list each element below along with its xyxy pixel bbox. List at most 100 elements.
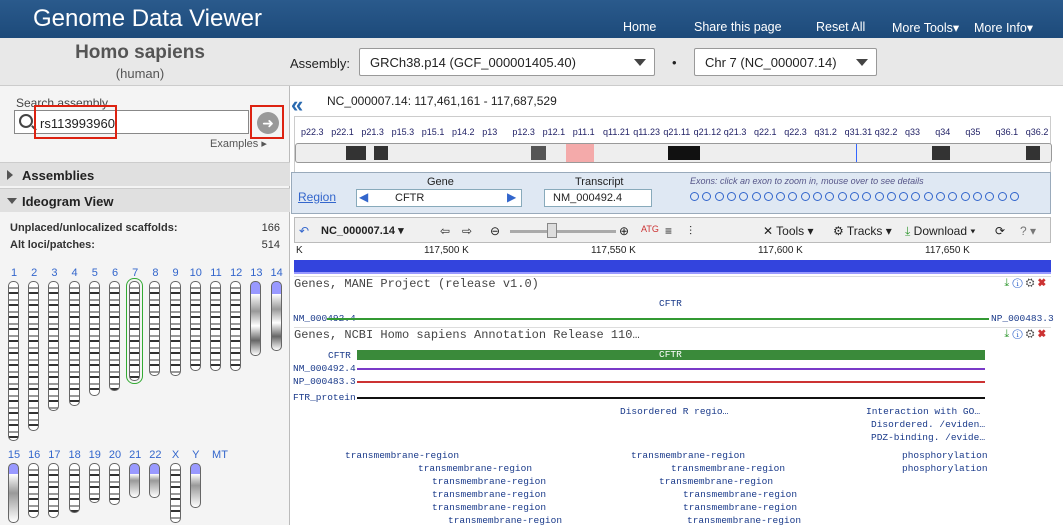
atg-icon[interactable]: ATG — [641, 224, 659, 234]
chromosome-ideogram[interactable]: p22.3 p22.1 p21.3 p15.3 p15.1 p14.2 p13 p12.3 p1… — [294, 116, 1052, 174]
chromosome-ideogram[interactable] — [189, 281, 201, 371]
chromosome-ideogram[interactable] — [169, 281, 181, 376]
assembly-select[interactable]: GRCh38.p14 (GCF_000001405.40) — [359, 48, 655, 76]
chromosome-ideogram[interactable] — [8, 463, 19, 523]
chromosome-label[interactable]: 11 — [208, 267, 224, 279]
transcript-line[interactable] — [357, 368, 985, 370]
protein-line[interactable] — [357, 397, 985, 399]
chromosome-ideogram[interactable] — [68, 463, 80, 513]
exon-dot[interactable] — [985, 192, 995, 201]
gene-bar[interactable]: CFTR — [357, 349, 985, 360]
chromosome-label[interactable]: 15 — [6, 449, 22, 461]
exon-dot[interactable] — [874, 192, 884, 201]
chromosome-ideogram[interactable] — [189, 463, 201, 508]
chromosome-ideogram[interactable] — [109, 281, 120, 391]
section-ideogram[interactable]: Ideogram View — [0, 188, 290, 212]
chromosome-label[interactable]: 19 — [87, 449, 103, 461]
exon-dot[interactable] — [972, 192, 982, 201]
sequence-select[interactable]: NC_000007.14 ▾ — [321, 224, 404, 237]
prev-gene-icon[interactable]: ◀ — [359, 190, 368, 204]
back-icon[interactable]: ↶ — [299, 224, 309, 238]
chromosome-label[interactable]: 2 — [26, 267, 42, 279]
chromosome-ideogram[interactable] — [129, 463, 141, 498]
chromosome-label[interactable]: 3 — [46, 267, 62, 279]
exon-dot[interactable] — [763, 192, 773, 201]
chromosome-label[interactable]: 4 — [67, 267, 83, 279]
chromosome-label[interactable]: 21 — [127, 449, 143, 461]
download-menu[interactable]: ⤓ Download ▾ — [905, 224, 975, 239]
chromosome-label[interactable]: 20 — [107, 449, 123, 461]
exon-dot[interactable] — [751, 192, 761, 201]
tracks-menu[interactable]: ⚙ Tracks ▾ — [833, 224, 892, 238]
chromosome-label[interactable]: 18 — [67, 449, 83, 461]
exon-dot[interactable] — [886, 192, 896, 201]
ideogram-bar[interactable] — [295, 143, 1052, 163]
exon-dot[interactable] — [849, 192, 859, 201]
refresh-icon[interactable]: ⟳ — [995, 224, 1005, 238]
chromosome-ideogram[interactable] — [169, 463, 181, 523]
chromosome-label[interactable]: X — [168, 449, 184, 461]
exon-dot[interactable] — [800, 192, 810, 201]
nav-more-info[interactable]: More Info▾ — [974, 20, 1033, 35]
chromosome-label[interactable]: 1 — [6, 267, 22, 279]
exon-dot[interactable] — [1009, 192, 1019, 201]
markers-icon[interactable]: ≡ — [665, 224, 672, 238]
exon-dot[interactable] — [726, 192, 736, 201]
zoom-out-icon[interactable]: ⊖ — [490, 224, 500, 238]
chromosome-label[interactable]: Y — [188, 449, 204, 461]
chromosome-label[interactable]: MT — [208, 449, 232, 461]
chromosome-ideogram[interactable] — [230, 281, 242, 371]
chromosome-ideogram[interactable] — [210, 281, 221, 371]
exon-dot[interactable] — [923, 192, 933, 201]
chromosome-label[interactable]: 13 — [248, 267, 264, 279]
nav-share[interactable]: Share this page — [694, 20, 782, 34]
next-gene-icon[interactable]: ▶ — [507, 190, 516, 204]
nav-reset[interactable]: Reset All — [816, 20, 865, 34]
sequence-bar[interactable] — [294, 260, 1051, 274]
exon-dot[interactable] — [825, 192, 835, 201]
transcript-select[interactable]: NM_000492.4 — [544, 189, 652, 207]
pan-left-icon[interactable]: ⇦ — [440, 224, 450, 238]
exon-dot[interactable] — [948, 192, 958, 201]
track-actions[interactable]: ⤓ ⓘ ⚙ ✖ — [1004, 277, 1046, 290]
chromosome-label[interactable]: 10 — [188, 267, 204, 279]
chromosome-ideogram[interactable] — [126, 278, 144, 384]
exon-dot[interactable] — [813, 192, 822, 201]
help-menu[interactable]: ? ▾ — [1020, 224, 1036, 238]
exon-dot[interactable] — [911, 192, 921, 201]
exon-dot[interactable] — [837, 192, 847, 201]
zoom-slider[interactable] — [510, 230, 616, 233]
chromosome-ideogram[interactable] — [88, 463, 100, 503]
exon-dot[interactable] — [776, 192, 786, 201]
track-actions[interactable]: ⤓ ⓘ ⚙ ✖ — [1004, 328, 1046, 341]
exon-dot[interactable] — [862, 192, 872, 201]
pan-right-icon[interactable]: ⇨ — [462, 224, 472, 238]
gene-select[interactable]: ◀ CFTR ▶ — [356, 189, 522, 207]
nav-more-tools[interactable]: More Tools▾ — [892, 20, 959, 35]
chromosome-label[interactable]: 8 — [147, 267, 163, 279]
chromosome-label[interactable]: 6 — [107, 267, 123, 279]
tools-menu[interactable]: ✕ Tools ▾ — [763, 224, 814, 238]
chromosome-label[interactable]: 9 — [168, 267, 184, 279]
exon-dot[interactable] — [690, 192, 699, 201]
chromosome-ideogram[interactable] — [28, 463, 40, 518]
chromosome-ideogram[interactable] — [149, 463, 161, 498]
exon-dot[interactable] — [899, 192, 909, 201]
section-assemblies[interactable]: Assemblies — [0, 162, 290, 186]
chromosome-label[interactable]: 17 — [46, 449, 62, 461]
exon-dot[interactable] — [739, 192, 749, 201]
chromosome-ideogram[interactable] — [48, 463, 60, 518]
chromosome-label[interactable]: 12 — [228, 267, 244, 279]
chromosome-ideogram[interactable] — [48, 281, 60, 411]
chromosome-ideogram[interactable] — [28, 281, 40, 431]
collapse-tracks-icon[interactable]: ⫶ — [689, 224, 692, 239]
exon-dot[interactable] — [788, 192, 798, 201]
chromosome-label[interactable]: 7 — [127, 267, 143, 279]
zoom-slider-handle[interactable] — [547, 223, 557, 238]
exon-dot[interactable] — [960, 192, 970, 201]
chromosome-ideogram[interactable] — [109, 463, 120, 505]
region-select[interactable]: Region — [298, 190, 336, 204]
protein-line[interactable] — [357, 381, 985, 383]
chromosome-ideogram[interactable] — [68, 281, 80, 406]
exon-dot[interactable] — [997, 192, 1007, 201]
